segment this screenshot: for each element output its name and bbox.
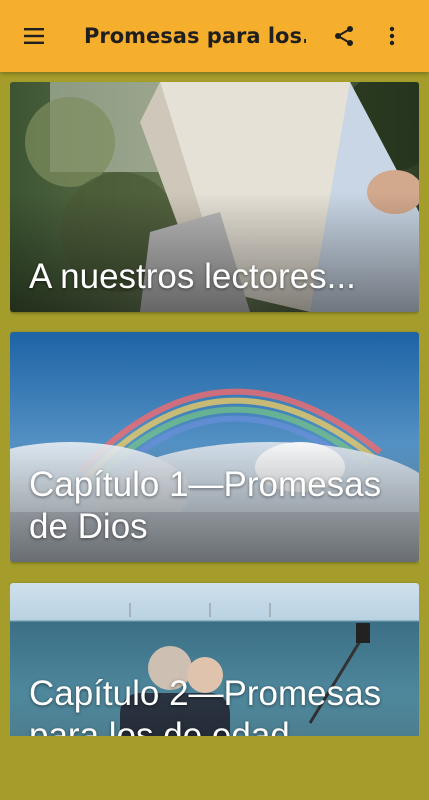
chapter-list[interactable]: A nuestros lectores... Capítulo 1—Promes… bbox=[10, 82, 419, 736]
more-vert-icon bbox=[389, 26, 395, 46]
share-icon bbox=[335, 26, 353, 46]
chapter-title: Capítulo 2—Promesas para los de edad... bbox=[29, 674, 382, 736]
chapter-title: Capítulo 1—Promesas de Dios bbox=[29, 465, 382, 546]
share-button[interactable] bbox=[320, 12, 368, 60]
app-bar: Promesas para los... bbox=[0, 0, 429, 72]
menu-icon bbox=[24, 28, 44, 44]
chapter-card[interactable]: A nuestros lectores... bbox=[10, 82, 419, 312]
app-title: Promesas para los... bbox=[84, 24, 306, 48]
menu-button[interactable] bbox=[10, 12, 58, 60]
chapter-title: A nuestros lectores... bbox=[29, 257, 356, 296]
bottom-banner-area bbox=[0, 736, 429, 800]
chapter-card[interactable]: Capítulo 1—Promesas de Dios bbox=[10, 332, 419, 562]
chapter-card[interactable]: Capítulo 2—Promesas para los de edad... bbox=[10, 583, 419, 736]
more-options-button[interactable] bbox=[368, 12, 416, 60]
